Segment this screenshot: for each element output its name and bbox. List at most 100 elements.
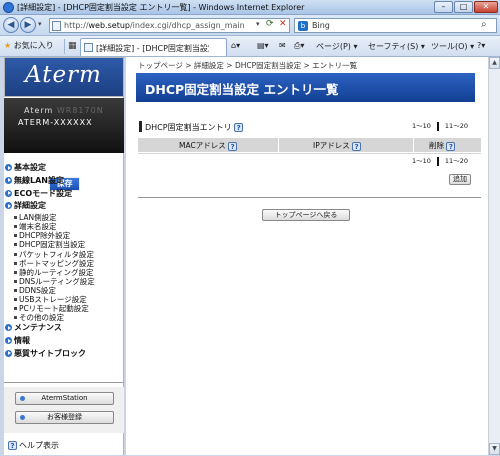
bullet-icon: [14, 234, 17, 238]
url-text[interactable]: http://web.setup/index.cgi/dhcp_assign_m…: [64, 21, 245, 30]
pager-bottom: 1～10 11～20: [412, 155, 468, 166]
sidebar-subitem-host-name[interactable]: 端末名設定: [4, 222, 124, 231]
minimize-button[interactable]: –: [434, 1, 453, 13]
sidebar-subitem-dhcp-assign[interactable]: DHCP固定割当設定: [4, 240, 124, 249]
sidebar-subitem-packet-filter[interactable]: パケットフィルタ設定: [4, 250, 124, 259]
sidebar-subitem-static-routing[interactable]: 静的ルーティング設定: [4, 268, 124, 277]
sidebar-subitem-port-mapping[interactable]: ポートマッピング設定: [4, 259, 124, 268]
search-placeholder: Bing: [312, 21, 330, 30]
help-icon[interactable]: ?: [228, 141, 238, 151]
bullet-icon: [14, 225, 17, 229]
stop-icon[interactable]: ✕: [279, 19, 287, 29]
tab-current[interactable]: [詳細設定] - [DHCP固定割当設定 エ...: [80, 38, 227, 56]
url-input[interactable]: http://web.setup/index.cgi/dhcp_assign_m…: [49, 18, 290, 33]
divider: [138, 153, 481, 154]
main-content: トップページ > 詳細設定 > DHCP固定割当設定 > エントリ一覧 DHCP…: [126, 57, 488, 455]
sidebar-item-wireless[interactable]: 無線LAN設定: [4, 175, 124, 188]
arrow-icon: [5, 176, 12, 184]
search-icon[interactable]: ⌕: [481, 19, 487, 30]
help-icon[interactable]: ?: [234, 123, 244, 132]
bullet-icon: [14, 307, 17, 311]
sidebar-item-basic[interactable]: 基本設定: [4, 162, 124, 175]
help-icon[interactable]: ?: [446, 141, 456, 151]
section-title: DHCP固定割当エントリ ?: [145, 122, 244, 133]
home-icon[interactable]: ⌂▾: [231, 41, 240, 50]
recent-pages-dropdown-icon[interactable]: ▾: [38, 20, 42, 28]
tab-label: [詳細設定] - [DHCP固定割当設定 エ...: [96, 44, 209, 53]
arrow-icon: [5, 337, 12, 345]
customer-register-button[interactable]: お客様登録: [15, 411, 114, 424]
table-header: MACアドレス ? IPアドレス ? 削除 ?: [138, 138, 481, 152]
bullet-icon: [14, 288, 17, 292]
tab-page-icon: [84, 43, 93, 52]
sidebar-subitem-pc-remote[interactable]: PCリモート起動設定: [4, 304, 124, 313]
device-model: Aterm WR8170N: [24, 106, 104, 115]
search-input[interactable]: b Bing ⌕: [294, 18, 497, 33]
divider: [4, 382, 124, 383]
sidebar-subitem-usb-storage[interactable]: USBストレージ設定: [4, 295, 124, 304]
mail-icon[interactable]: ✉: [279, 41, 286, 50]
bullet-icon: [14, 243, 17, 247]
page-menu[interactable]: ページ(P) ▾: [316, 41, 357, 52]
sidebar-subitem-dns-routing[interactable]: DNSルーティング設定: [4, 277, 124, 286]
sidebar-subitem-ddns[interactable]: DDNS設定: [4, 286, 124, 295]
sidebar-button-area: AtermStation お客様登録: [4, 387, 124, 433]
address-bar: ◀ ▶ ▾ http://web.setup/index.cgi/dhcp_as…: [0, 15, 500, 36]
star-icon: ★: [4, 41, 12, 50]
section-marker: [139, 121, 142, 132]
bullet-icon: [14, 252, 17, 256]
forward-button[interactable]: ▶: [20, 17, 36, 33]
divider: [278, 138, 279, 152]
feeds-icon[interactable]: ▤▾: [257, 41, 269, 50]
back-button[interactable]: ◀: [3, 17, 19, 33]
pager-link-1-10[interactable]: 1～10: [412, 157, 431, 165]
arrow-icon: [5, 189, 12, 197]
sidebar-item-info[interactable]: 情報: [4, 335, 124, 348]
close-button[interactable]: ✕: [474, 1, 498, 13]
arrow-icon: [5, 324, 12, 332]
aterm-station-button[interactable]: AtermStation: [15, 392, 114, 405]
circle-icon: [20, 396, 25, 401]
scroll-up-icon[interactable]: ▲: [489, 57, 500, 69]
refresh-icon[interactable]: ⟳: [266, 19, 274, 29]
favorites-button[interactable]: ★ お気に入り: [4, 40, 54, 51]
quick-tabs-icon[interactable]: ▦: [68, 41, 77, 51]
help-icon[interactable]: ?: [352, 141, 362, 151]
page-icon: [52, 21, 61, 31]
breadcrumb[interactable]: トップページ > 詳細設定 > DHCP固定割当設定 > エントリ一覧: [138, 60, 357, 71]
back-to-top-button[interactable]: トップページへ戻る: [262, 209, 350, 221]
sidebar-item-site-block[interactable]: 悪質サイトブロック: [4, 348, 124, 361]
help-menu[interactable]: ?▾: [477, 41, 485, 50]
url-dropdown-icon[interactable]: ▾: [256, 20, 260, 28]
add-button[interactable]: 追加: [449, 174, 471, 185]
sidebar-subitem-lan[interactable]: LAN側設定: [4, 213, 124, 222]
divider: [413, 138, 414, 152]
divider: [64, 39, 65, 54]
scroll-down-icon[interactable]: ▼: [489, 443, 500, 455]
tools-menu[interactable]: ツール(O) ▾: [431, 41, 474, 52]
arrow-icon: [5, 202, 12, 210]
pager-link-1-10[interactable]: 1～10: [412, 122, 431, 130]
column-mac: MACアドレス ?: [179, 140, 238, 151]
vertical-scrollbar[interactable]: ▲ ▼: [488, 57, 500, 455]
divider: [436, 121, 439, 131]
print-icon[interactable]: ⎙▾: [294, 41, 304, 51]
sidebar-item-advanced[interactable]: 詳細設定: [4, 200, 124, 213]
maximize-button[interactable]: □: [454, 1, 473, 13]
bullet-icon: [14, 279, 17, 283]
help-link[interactable]: ? ヘルプ表示: [8, 440, 59, 451]
sidebar-item-maintenance[interactable]: メンテナンス: [4, 322, 124, 335]
bullet-icon: [14, 216, 17, 220]
page-title-bar: DHCP固定割当設定 エントリ一覧: [136, 73, 475, 102]
circle-icon: [20, 415, 25, 420]
safety-menu[interactable]: セーフティ(S) ▾: [368, 41, 425, 52]
sidebar-menu: 基本設定 無線LAN設定 ECOモード設定 詳細設定 LAN側設定 端末名設定 …: [4, 162, 124, 361]
bing-icon: b: [298, 21, 308, 31]
sidebar-subitem-other[interactable]: その他の設定: [4, 313, 124, 322]
pager-link-11-20[interactable]: 11～20: [445, 122, 468, 130]
sidebar: Aterm Aterm WR8170N ATERM-XXXXXX 保存 基本設定…: [4, 57, 124, 455]
help-icon: ?: [8, 441, 17, 450]
page-title: DHCP固定割当設定 エントリ一覧: [145, 82, 339, 97]
sidebar-item-eco[interactable]: ECOモード設定: [4, 188, 124, 201]
pager-link-11-20[interactable]: 11～20: [445, 157, 468, 165]
